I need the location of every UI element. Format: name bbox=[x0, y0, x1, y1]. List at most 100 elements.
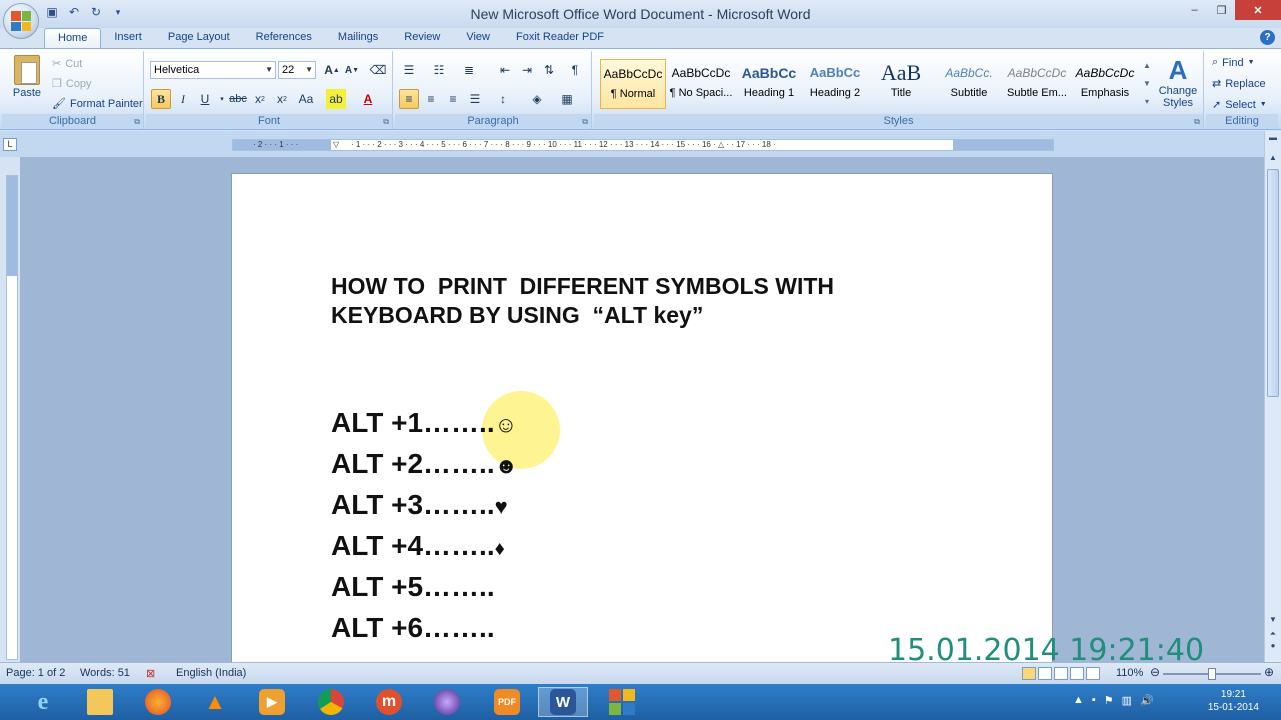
align-right-icon[interactable]: ≡ bbox=[443, 89, 463, 109]
vlc-icon[interactable]: ▲ bbox=[190, 687, 240, 717]
word-count[interactable]: Words: 51 bbox=[80, 667, 130, 679]
eclipse-orb-icon[interactable] bbox=[422, 687, 472, 717]
tab-foxit-reader-pdf[interactable]: Foxit Reader PDF bbox=[503, 28, 617, 48]
font-name-select[interactable]: Helvetica ▼ bbox=[150, 61, 276, 79]
file-explorer-icon[interactable] bbox=[75, 687, 125, 717]
language-indicator[interactable]: English (India) bbox=[176, 667, 246, 679]
tab-home[interactable]: Home bbox=[44, 28, 102, 48]
font-size-select[interactable]: 22 ▼ bbox=[278, 61, 316, 79]
numbering-icon[interactable]: ☷ bbox=[429, 60, 449, 80]
copy-button[interactable]: ❐ Copy bbox=[52, 77, 92, 91]
pdf-reader-icon[interactable]: PDF bbox=[482, 687, 532, 717]
style-subtle-emphasis[interactable]: AaBbCcDc Subtle Em... bbox=[1004, 59, 1070, 109]
help-icon[interactable]: ? bbox=[1260, 30, 1275, 45]
find-button[interactable]: ⌕ Find ▼ bbox=[1212, 56, 1255, 69]
styles-gallery-scroll[interactable]: ▲ ▼ ▾ bbox=[1142, 57, 1152, 111]
styles-launcher-icon[interactable]: ⧉ bbox=[1194, 117, 1200, 127]
style-heading-2[interactable]: AaBbCc Heading 2 bbox=[802, 59, 868, 109]
chrome-icon[interactable] bbox=[306, 687, 356, 717]
draft-view-icon[interactable] bbox=[1086, 667, 1100, 680]
shading-icon[interactable]: ◈ bbox=[527, 89, 547, 109]
bullets-icon[interactable]: ☰ bbox=[399, 60, 419, 80]
word-icon[interactable]: W bbox=[538, 687, 588, 717]
shrink-font-icon[interactable]: A ▼ bbox=[342, 60, 362, 80]
volume-icon[interactable]: 🔊 bbox=[1140, 694, 1154, 707]
subscript-icon[interactable]: x2 bbox=[250, 89, 270, 109]
sort-icon[interactable]: ⇅ bbox=[539, 60, 559, 80]
align-center-icon[interactable]: ≡ bbox=[421, 89, 441, 109]
clipboard-launcher-icon[interactable]: ⧉ bbox=[134, 117, 140, 127]
minimize-button[interactable]: – bbox=[1181, 0, 1208, 20]
borders-icon[interactable]: ▦ bbox=[557, 89, 577, 109]
show-hidden-icons-icon[interactable]: ▲ bbox=[1073, 694, 1084, 707]
decrease-indent-icon[interactable]: ⇤ bbox=[495, 60, 515, 80]
format-painter-button[interactable]: 🖌 Format Painter bbox=[52, 97, 143, 111]
style-emphasis[interactable]: AaBbCcDc Emphasis bbox=[1072, 59, 1138, 109]
vertical-ruler[interactable] bbox=[6, 175, 18, 660]
zoom-level[interactable]: 110% bbox=[1116, 667, 1143, 679]
meetup-m-icon[interactable]: m bbox=[364, 687, 414, 717]
firefox-icon[interactable] bbox=[133, 687, 183, 717]
split-handle-icon[interactable]: ▬ bbox=[1267, 133, 1279, 145]
zoom-in-icon[interactable]: ⊕ bbox=[1264, 665, 1274, 679]
horizontal-ruler[interactable]: · 2 · · · 1 · · · ▽ · 1 · · · 2 · · · 3 … bbox=[232, 139, 1054, 151]
scroll-down-icon[interactable]: ▼ bbox=[1267, 615, 1279, 627]
style-normal[interactable]: AaBbCcDc ¶ Normal bbox=[600, 59, 666, 109]
media-player-icon[interactable]: ▶ bbox=[247, 687, 297, 717]
style-no-spacing[interactable]: AaBbCcDc ¶ No Spaci... bbox=[668, 59, 734, 109]
grow-font-icon[interactable]: A ▲ bbox=[322, 60, 342, 80]
tab-mailings[interactable]: Mailings bbox=[325, 28, 391, 48]
scrollbar-thumb[interactable] bbox=[1267, 169, 1279, 397]
superscript-icon[interactable]: x2 bbox=[272, 89, 292, 109]
tab-page-layout[interactable]: Page Layout bbox=[155, 28, 243, 48]
italic-icon[interactable]: I bbox=[173, 89, 193, 109]
font-launcher-icon[interactable]: ⧉ bbox=[383, 117, 389, 127]
change-styles-button[interactable]: A Change Styles bbox=[1156, 55, 1200, 109]
clear-formatting-icon[interactable]: ⌫ bbox=[368, 60, 388, 80]
tab-view[interactable]: View bbox=[453, 28, 503, 48]
select-button[interactable]: ➚ Select ▼ bbox=[1212, 98, 1267, 112]
restore-button[interactable]: ❐ bbox=[1208, 0, 1235, 20]
style-subtitle[interactable]: AaBbCc. Subtitle bbox=[936, 59, 1002, 109]
tab-references[interactable]: References bbox=[243, 28, 325, 48]
office-tiles-icon[interactable] bbox=[597, 687, 647, 717]
justify-icon[interactable]: ☰ bbox=[465, 89, 485, 109]
app-tray-icon[interactable]: ▪ bbox=[1092, 694, 1096, 707]
browse-object-icon[interactable]: ● bbox=[1267, 641, 1279, 653]
tab-review[interactable]: Review bbox=[391, 28, 453, 48]
increase-indent-icon[interactable]: ⇥ bbox=[517, 60, 537, 80]
zoom-slider-knob[interactable] bbox=[1208, 668, 1216, 680]
tab-selector-icon[interactable]: L bbox=[3, 138, 17, 151]
paragraph-launcher-icon[interactable]: ⧉ bbox=[582, 117, 588, 127]
vertical-scrollbar[interactable]: ▬ ▲ ▼ ⏶ ● bbox=[1264, 131, 1281, 662]
pilcrow-icon[interactable]: ¶ bbox=[565, 60, 585, 80]
document-page[interactable]: HOW TO PRINT DIFFERENT SYMBOLS WITH KEYB… bbox=[231, 173, 1053, 662]
close-button[interactable]: ✕ bbox=[1235, 0, 1281, 20]
scroll-up-icon[interactable]: ▲ bbox=[1267, 153, 1279, 165]
paste-button[interactable]: Paste bbox=[8, 55, 46, 111]
flag-icon[interactable]: ⚑ bbox=[1104, 694, 1114, 707]
web-layout-icon[interactable] bbox=[1054, 667, 1068, 680]
previous-page-icon[interactable]: ⏶ bbox=[1267, 629, 1279, 641]
system-clock[interactable]: 19:21 15-01-2014 bbox=[1208, 688, 1259, 714]
change-case-icon[interactable]: Aa bbox=[296, 89, 316, 109]
style-title[interactable]: AaB Title bbox=[868, 59, 934, 109]
network-icon[interactable]: ▥ bbox=[1122, 694, 1132, 707]
zoom-out-icon[interactable]: ⊖ bbox=[1150, 665, 1160, 679]
page-count[interactable]: Page: 1 of 2 bbox=[6, 667, 65, 679]
align-left-icon[interactable]: ≡ bbox=[399, 89, 419, 109]
cut-button[interactable]: ✂ Cut bbox=[52, 57, 82, 71]
tab-insert[interactable]: Insert bbox=[101, 28, 155, 48]
office-button[interactable] bbox=[3, 3, 39, 39]
highlight-icon[interactable]: ab bbox=[326, 89, 346, 109]
replace-button[interactable]: ⇄ Replace bbox=[1212, 77, 1266, 91]
outline-view-icon[interactable] bbox=[1070, 667, 1084, 680]
line-spacing-icon[interactable]: ↕ bbox=[493, 89, 513, 109]
font-color-icon[interactable]: A bbox=[358, 89, 378, 109]
internet-explorer-icon[interactable]: e bbox=[18, 687, 68, 717]
print-layout-icon[interactable] bbox=[1022, 667, 1036, 680]
strikethrough-icon[interactable]: abc bbox=[228, 89, 248, 109]
full-screen-reading-icon[interactable] bbox=[1038, 667, 1052, 680]
style-heading-1[interactable]: AaBbCc Heading 1 bbox=[736, 59, 802, 109]
multilevel-list-icon[interactable]: ≣ bbox=[459, 60, 479, 80]
